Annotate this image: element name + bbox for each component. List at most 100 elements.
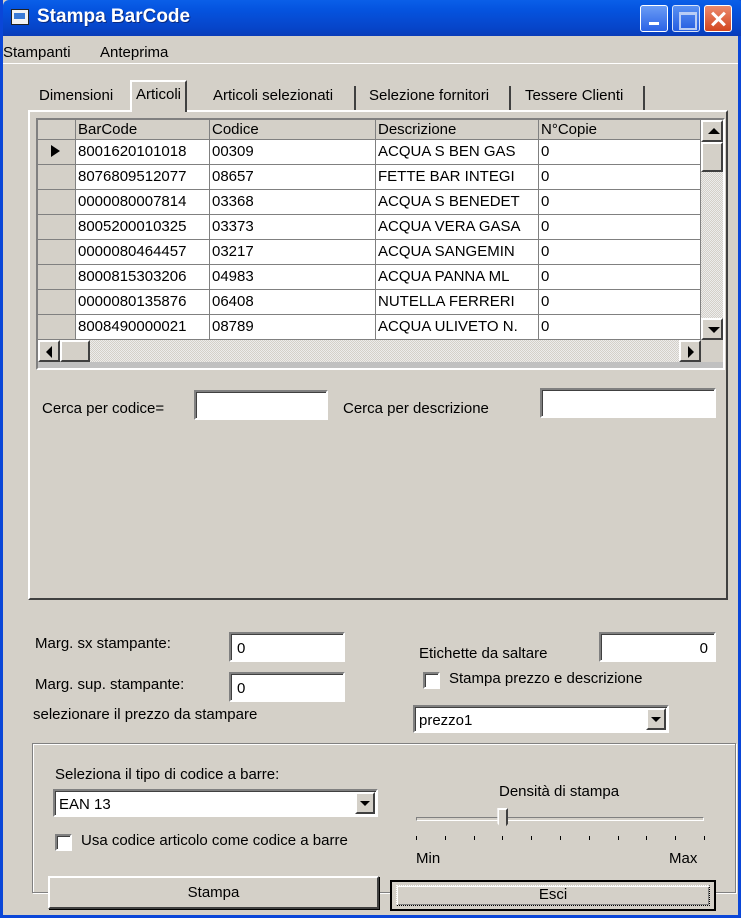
row-header[interactable] xyxy=(38,165,76,190)
menu-bar: Stampanti Anteprima xyxy=(3,42,738,64)
grid-cell[interactable]: 08657 xyxy=(210,165,376,190)
grid-cell[interactable]: 8076809512077 xyxy=(76,165,210,190)
grid-cell[interactable]: 8005200010325 xyxy=(76,215,210,240)
grid-horizontal-scrollbar[interactable] xyxy=(38,340,701,362)
maximize-button[interactable] xyxy=(672,5,700,32)
articles-grid[interactable]: BarCode Codice Descrizione N°Copie 80016… xyxy=(36,118,725,370)
grid-cell[interactable]: 0 xyxy=(539,315,701,340)
grid-cell[interactable]: 0000080464457 xyxy=(76,240,210,265)
grid-cell[interactable]: 8000815303206 xyxy=(76,265,210,290)
price-select-dropdown[interactable]: prezzo1 xyxy=(413,705,669,733)
menu-stampanti[interactable]: Stampanti xyxy=(3,44,71,61)
row-header[interactable] xyxy=(38,315,76,340)
scroll-right-button[interactable] xyxy=(679,340,701,362)
margin-left-label: Marg. sx stampante: xyxy=(35,635,171,652)
slider-tick xyxy=(473,836,475,840)
scroll-down-button[interactable] xyxy=(701,318,723,340)
minimize-button[interactable] xyxy=(640,5,668,32)
grid-cell[interactable]: ACQUA ULIVETO N. xyxy=(376,315,539,340)
print-button[interactable]: Stampa xyxy=(48,876,379,909)
tab-selezione-fornitori[interactable]: Selezione fornitori xyxy=(365,84,493,110)
row-header[interactable] xyxy=(38,290,76,315)
slider-tick xyxy=(675,836,677,840)
scroll-left-button[interactable] xyxy=(38,340,60,362)
slider-tick xyxy=(416,836,417,840)
grid-cell[interactable]: ACQUA VERA GASA xyxy=(376,215,539,240)
grid-vertical-scrollbar[interactable] xyxy=(701,120,723,340)
search-description-input[interactable] xyxy=(540,388,716,418)
grid-cell[interactable]: ACQUA S BENEDET xyxy=(376,190,539,215)
tab-articoli-selezionati[interactable]: Articoli selezionati xyxy=(209,84,337,110)
grid-cell[interactable]: ACQUA S BEN GAS xyxy=(376,140,539,165)
grid-cell[interactable]: 8008490000021 xyxy=(76,315,210,340)
grid-cell[interactable]: 0 xyxy=(539,290,701,315)
row-header[interactable] xyxy=(38,190,76,215)
print-price-description-checkbox[interactable] xyxy=(423,672,440,689)
app-icon xyxy=(11,9,29,25)
column-header-ncopie[interactable]: N°Copie xyxy=(539,120,701,140)
grid-cell[interactable]: 0 xyxy=(539,140,701,165)
dropdown-button[interactable] xyxy=(355,792,375,814)
tab-separator xyxy=(509,86,511,110)
grid-cell[interactable]: NUTELLA FERRERI xyxy=(376,290,539,315)
grid-cell[interactable]: 0000080135876 xyxy=(76,290,210,315)
grid-cell[interactable]: 0 xyxy=(539,240,701,265)
use-article-code-checkbox[interactable] xyxy=(55,834,72,851)
menu-anteprima[interactable]: Anteprima xyxy=(100,44,168,61)
column-header-barcode[interactable]: BarCode xyxy=(76,120,210,140)
grid-cell[interactable]: FETTE BAR INTEGI xyxy=(376,165,539,190)
grid-cell[interactable]: 8001620101018 xyxy=(76,140,210,165)
slider-tick xyxy=(704,836,705,840)
skip-labels-input[interactable]: 0 xyxy=(599,632,716,662)
search-code-input[interactable] xyxy=(194,390,328,420)
exit-button-label: Esci xyxy=(538,886,568,903)
grid-cell[interactable]: 00309 xyxy=(210,140,376,165)
price-select-value: prezzo1 xyxy=(419,712,473,729)
barcode-type-dropdown[interactable]: EAN 13 xyxy=(53,789,378,817)
grid-cell[interactable]: 0 xyxy=(539,165,701,190)
window-title: Stampa BarCode xyxy=(37,6,191,27)
dropdown-button[interactable] xyxy=(646,708,666,730)
grid-cell[interactable]: 0 xyxy=(539,190,701,215)
tab-articoli[interactable]: Articoli xyxy=(130,80,188,112)
row-header[interactable] xyxy=(38,240,76,265)
slider-tick xyxy=(531,836,533,840)
grid-cell[interactable]: 03373 xyxy=(210,215,376,240)
grid-cell[interactable]: 0 xyxy=(539,265,701,290)
tab-dimensioni[interactable]: Dimensioni xyxy=(35,84,117,110)
scroll-corner xyxy=(701,340,723,362)
slider-tick xyxy=(617,836,619,840)
grid-cell[interactable]: 06408 xyxy=(210,290,376,315)
title-bar[interactable]: Stampa BarCode xyxy=(3,0,741,36)
grid-cell[interactable]: ACQUA SANGEMIN xyxy=(376,240,539,265)
exit-button[interactable]: Esci xyxy=(390,880,716,911)
grid-cell[interactable]: 04983 xyxy=(210,265,376,290)
tab-separator xyxy=(354,86,356,110)
grid-cell[interactable]: 0000080007814 xyxy=(76,190,210,215)
margin-top-input[interactable]: 0 xyxy=(229,672,345,702)
slider-tick xyxy=(502,836,504,840)
tab-tessere-clienti[interactable]: Tessere Clienti xyxy=(521,84,627,110)
grid-corner xyxy=(38,120,76,140)
search-code-label: Cerca per codice= xyxy=(42,400,165,417)
column-header-codice[interactable]: Codice xyxy=(210,120,376,140)
grid-cell[interactable]: 03217 xyxy=(210,240,376,265)
grid-cell[interactable]: 0 xyxy=(539,215,701,240)
vertical-scroll-thumb[interactable] xyxy=(701,142,723,172)
close-button[interactable] xyxy=(704,5,732,32)
column-header-descrizione[interactable]: Descrizione xyxy=(376,120,539,140)
grid-cell[interactable]: 08789 xyxy=(210,315,376,340)
grid-cell[interactable]: 03368 xyxy=(210,190,376,215)
margin-top-label: Marg. sup. stampante: xyxy=(35,676,185,693)
arrow-right-icon xyxy=(688,346,694,358)
row-header[interactable] xyxy=(38,265,76,290)
row-header[interactable] xyxy=(38,215,76,240)
horizontal-scroll-thumb[interactable] xyxy=(60,340,90,362)
row-header[interactable] xyxy=(38,140,76,165)
density-max-label: Max xyxy=(669,850,698,867)
scroll-up-button[interactable] xyxy=(701,120,723,142)
margin-left-input[interactable]: 0 xyxy=(229,632,345,662)
grid-cell[interactable]: ACQUA PANNA ML xyxy=(376,265,539,290)
density-slider-track[interactable] xyxy=(416,817,704,821)
arrow-up-icon xyxy=(708,128,720,134)
